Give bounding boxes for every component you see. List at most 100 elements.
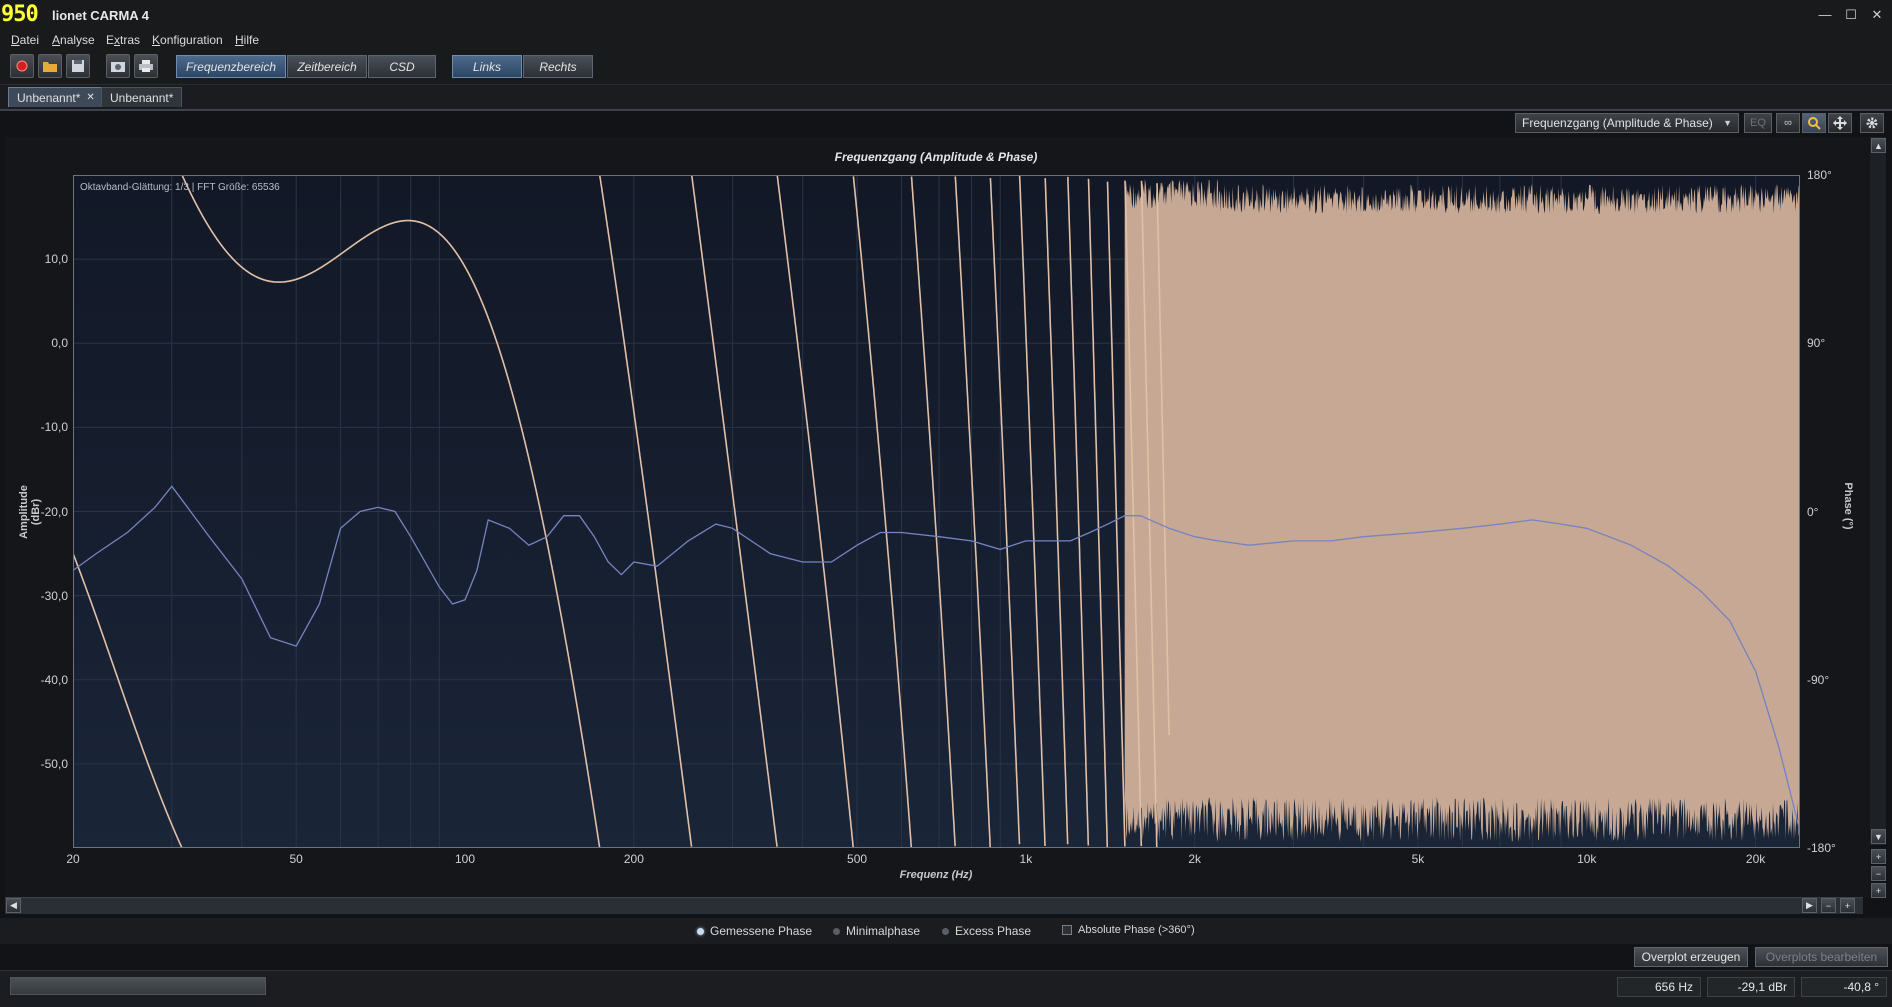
status-phase: -40,8 ° (1801, 977, 1887, 997)
fps-counter: 950 (1, 2, 39, 27)
zoom-out-x-button[interactable]: − (1821, 898, 1836, 913)
channel-rechts[interactable]: Rechts (523, 55, 593, 78)
y-axis-title: Amplitude (dBr) (18, 485, 42, 539)
radio-indicator (942, 927, 949, 935)
zoom-reset-y-button[interactable]: + (1871, 883, 1886, 898)
checkbox-absolute-phase[interactable]: Absolute Phase (>360°) (1062, 924, 1195, 936)
radio-label: Gemessene Phase (710, 924, 813, 938)
horizontal-scrollbar[interactable] (5, 897, 1863, 914)
menu-extras[interactable]: Extras (106, 33, 140, 47)
menu-konfiguration[interactable]: Konfiguration (152, 33, 223, 47)
channel-links[interactable]: Links (452, 55, 522, 78)
print-icon (139, 60, 153, 72)
radio-indicator (833, 927, 840, 935)
menu-analyse[interactable]: Analyse (52, 33, 95, 47)
tab-csd[interactable]: CSD (368, 55, 436, 78)
y2-tick-label: -90° (1807, 672, 1830, 687)
menu-bar (0, 30, 1892, 50)
checkbox-box (1062, 925, 1072, 935)
chevron-down-icon: ▼ (1723, 118, 1732, 128)
y-tick-label: 0,0 (51, 336, 68, 351)
maximize-button[interactable]: ☐ (1840, 5, 1862, 25)
save-icon (72, 60, 84, 72)
zoom-out-y-button[interactable]: − (1871, 866, 1886, 881)
vertical-scrollbar[interactable] (1870, 137, 1886, 845)
overplot-create-button[interactable]: Overplot erzeugen (1634, 947, 1748, 967)
y2-tick-label: -180° (1807, 841, 1836, 855)
settings-button[interactable] (1860, 113, 1884, 133)
radio-minimalphase[interactable]: Minimalphase (833, 924, 920, 938)
document-tab-label: Unbenannt* (110, 90, 174, 105)
title-bar (0, 0, 1892, 31)
save-button[interactable] (66, 54, 90, 78)
zoom-in-x-button[interactable]: + (1840, 898, 1855, 913)
y2-axis-title: Phase (°) (1842, 482, 1854, 530)
minimize-button[interactable]: — (1814, 5, 1836, 25)
x-tick-label: 100 (455, 852, 476, 866)
scroll-down-arrow[interactable]: ▼ (1871, 829, 1886, 844)
y2-tick-label: 0° (1807, 504, 1819, 519)
x-tick-label: 500 (847, 852, 868, 866)
document-tab-1[interactable]: Unbenannt* ✕ (8, 87, 104, 107)
window-title: lionet CARMA 4 (52, 8, 150, 23)
record-button[interactable] (10, 54, 34, 78)
x-tick-label: 10k (1577, 852, 1597, 866)
smoothing-info: Oktavband-Glättung: 1/3 | FFT Größe: 655… (80, 182, 280, 193)
pan-button[interactable] (1828, 113, 1852, 133)
view-select-value: Frequenzgang (Amplitude & Phase) (1522, 116, 1713, 130)
x-tick-label: 20k (1745, 852, 1766, 866)
frequency-response-plot (73, 175, 1800, 848)
record-icon (16, 60, 28, 72)
y-tick-label: -30,0 (40, 588, 68, 603)
status-bar (0, 970, 1892, 1007)
open-folder-icon (43, 62, 57, 72)
plot-area[interactable]: Oktavband-Glättung: 1/3 | FFT Größe: 655… (73, 175, 1800, 848)
x-tick-label: 50 (289, 852, 303, 866)
x-axis-title: Frequenz (Hz) (899, 869, 973, 881)
y-tick-label: -50,0 (40, 756, 68, 771)
menu-datei[interactable]: Datei (11, 33, 39, 47)
link-button[interactable]: ∞ (1776, 113, 1800, 133)
close-window-button[interactable]: ✕ (1866, 5, 1888, 25)
gear-icon (1866, 117, 1878, 129)
chart-title: Frequenzgang (Amplitude & Phase) (834, 150, 1038, 164)
x-tick-label: 20 (66, 852, 80, 866)
x-tick-label: 2k (1188, 852, 1202, 866)
tab-zeitbereich[interactable]: Zeitbereich (287, 55, 367, 78)
radio-gemessene-phase[interactable]: Gemessene Phase (697, 924, 812, 938)
scroll-up-arrow[interactable]: ▲ (1871, 138, 1886, 153)
tab-frequenzbereich[interactable]: Frequenzbereich (176, 55, 286, 78)
overplot-edit-button[interactable]: Overplots bearbeiten (1755, 947, 1888, 967)
radio-label: Excess Phase (955, 924, 1032, 938)
zoom-in-y-button[interactable]: + (1871, 849, 1886, 864)
menu-hilfe[interactable]: Hilfe (235, 33, 259, 47)
screenshot-button[interactable] (106, 54, 130, 78)
y-tick-label: -40,0 (40, 672, 68, 687)
radio-label: Minimalphase (846, 924, 921, 938)
view-select[interactable]: Frequenzgang (Amplitude & Phase) ▼ (1515, 113, 1739, 133)
status-frequency: 656 Hz (1617, 977, 1701, 997)
scroll-right-arrow[interactable]: ▶ (1802, 898, 1817, 913)
zoom-button[interactable] (1802, 113, 1826, 133)
y-tick-label: -10,0 (40, 420, 68, 435)
x-tick-label: 200 (623, 852, 644, 866)
status-amplitude: -29,1 dBr (1707, 977, 1795, 997)
move-icon (1833, 116, 1847, 130)
menu-datei-label: atei (19, 33, 40, 47)
phase-fill-area (1124, 179, 1800, 842)
screenshot-icon (111, 62, 125, 72)
x-tick-label: 5k (1411, 852, 1425, 866)
radio-excess-phase[interactable]: Excess Phase (942, 924, 1031, 938)
y2-tick-label: 90° (1807, 336, 1826, 351)
close-tab-icon[interactable]: ✕ (86, 92, 94, 103)
document-tab-bar (0, 85, 1892, 111)
x-tick-label: 1k (1019, 852, 1033, 866)
radio-selected-indicator (697, 927, 704, 935)
open-button[interactable] (38, 54, 62, 78)
document-tab-2[interactable]: Unbenannt* (101, 87, 183, 107)
progress-bar (10, 977, 266, 995)
scroll-left-arrow[interactable]: ◀ (6, 898, 21, 913)
print-button[interactable] (134, 54, 158, 78)
document-tab-label: Unbenannt* (17, 90, 81, 105)
eq-button[interactable]: EQ (1744, 113, 1772, 133)
